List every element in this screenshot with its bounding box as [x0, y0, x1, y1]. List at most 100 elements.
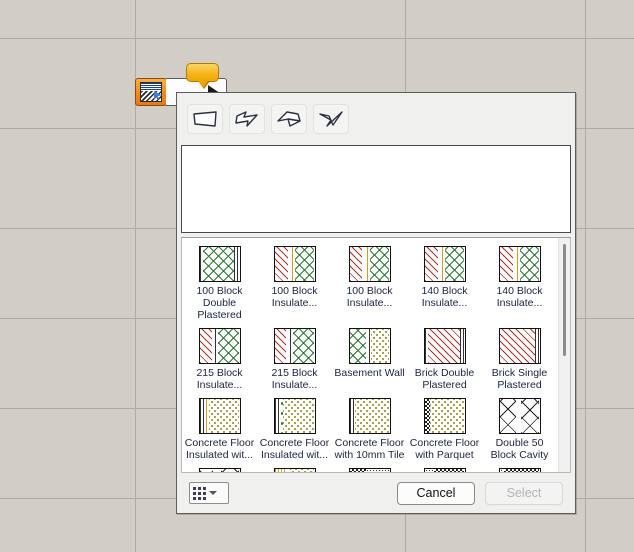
material-layer [349, 247, 363, 281]
material-item[interactable] [257, 466, 332, 472]
material-layer [213, 469, 222, 472]
material-grid-scrollbar[interactable] [558, 238, 570, 472]
material-item[interactable]: Concrete Floor with Parquet [407, 396, 482, 466]
polygon-fill-icon [193, 111, 217, 127]
material-grid-viewport: 100 Block Double Plastered 100 Block Insu… [182, 238, 558, 472]
gridline-vertical [585, 0, 586, 552]
material-layer [274, 247, 289, 281]
material-item[interactable]: 140 Block Insulate... [407, 244, 482, 326]
material-item[interactable]: Brick Single Plastered [482, 326, 557, 396]
tooltip-callout-bubble [186, 63, 219, 89]
material-layer [209, 399, 240, 433]
material-layer [365, 469, 390, 472]
material-item[interactable]: 100 Block Insulate... [332, 244, 407, 326]
material-layer [233, 247, 240, 281]
material-layer [534, 329, 540, 363]
material-swatch [423, 328, 466, 364]
material-item[interactable]: 215 Block Insulate... [182, 326, 257, 396]
material-item[interactable] [332, 466, 407, 472]
material-swatch [423, 246, 466, 282]
material-grid[interactable]: 100 Block Double Plastered 100 Block Insu… [181, 237, 571, 473]
material-swatch [498, 468, 541, 472]
material-item[interactable]: Double 50 Block Cavity [482, 396, 557, 466]
material-swatch [423, 468, 466, 472]
material-swatch [348, 246, 391, 282]
material-layer [274, 329, 286, 363]
material-item[interactable]: 100 Block Double Plastered [182, 244, 257, 326]
material-layer [199, 329, 212, 363]
material-item[interactable]: Brick Double Plastered [407, 326, 482, 396]
material-layer [459, 329, 465, 363]
material-swatch [348, 398, 391, 434]
material-layer [217, 329, 240, 363]
material-swatch [273, 398, 316, 434]
material-layer [199, 469, 214, 472]
material-item[interactable]: Concrete Floor Insulated wit... [257, 396, 332, 466]
grid-view-icon [193, 486, 206, 500]
view-mode-dropdown[interactable] [189, 482, 229, 504]
cancel-button[interactable]: Cancel [397, 481, 475, 505]
shape-tool-toolbar [177, 93, 575, 145]
material-layer [274, 469, 287, 472]
composite-wall-tool-icon[interactable] [135, 78, 167, 106]
material-label: Concrete Floor with 10mm Tile [334, 437, 405, 461]
polygon-fill-button[interactable] [187, 104, 223, 134]
material-label: Concrete Floor Insulated wit... [259, 437, 330, 461]
material-swatch [348, 328, 391, 364]
material-layer [499, 247, 514, 281]
material-grid-list: 100 Block Double Plastered 100 Block Insu… [182, 238, 558, 472]
material-label: 215 Block Insulate... [271, 367, 318, 391]
material-label: Basement Wall [334, 367, 405, 379]
material-swatch [348, 468, 391, 472]
ribbon-fill-button[interactable] [313, 104, 349, 134]
material-layer [499, 329, 535, 363]
material-layer [424, 247, 439, 281]
material-swatch [423, 398, 466, 434]
material-layer [504, 469, 540, 472]
material-layer [520, 247, 540, 281]
material-item[interactable] [482, 466, 557, 472]
material-item[interactable]: 100 Block Insulate... [257, 244, 332, 326]
material-swatch [273, 246, 316, 282]
material-label: Double 50 Block Cavity [490, 437, 549, 461]
folded-fill-button[interactable] [271, 104, 307, 134]
material-layer [430, 399, 465, 433]
callout-tail [198, 81, 208, 88]
material-layer [289, 469, 315, 472]
scrollbar-thumb[interactable] [563, 244, 566, 356]
material-item[interactable]: 140 Block Insulate... [482, 244, 557, 326]
material-label: 140 Block Insulate... [496, 285, 543, 309]
material-swatch [198, 468, 241, 472]
material-item[interactable] [182, 466, 257, 472]
material-item[interactable]: Concrete Floor with 10mm Tile [332, 396, 407, 466]
material-label: Brick Double Plastered [414, 367, 475, 391]
material-layer [521, 399, 540, 433]
material-layer [349, 469, 366, 472]
material-item[interactable]: Basement Wall [332, 326, 407, 396]
material-item[interactable]: 215 Block Insulate... [257, 326, 332, 396]
material-label: 100 Block Double Plastered [196, 285, 243, 321]
material-layer [355, 399, 390, 433]
material-swatch [498, 398, 541, 434]
material-layer [445, 247, 465, 281]
ribbon-fill-icon [319, 111, 343, 127]
material-label: 100 Block Insulate... [346, 285, 393, 309]
arrow-fill-button[interactable] [229, 104, 265, 134]
material-swatch [198, 246, 241, 282]
material-label: Concrete Floor Insulated wit... [184, 437, 255, 461]
material-swatch [498, 328, 541, 364]
material-preview-panel [181, 145, 571, 233]
material-label: 140 Block Insulate... [421, 285, 468, 309]
material-layer [283, 399, 315, 433]
material-item[interactable] [407, 466, 482, 472]
material-layer [427, 329, 460, 363]
arrow-fill-icon [235, 111, 258, 127]
folded-fill-icon [277, 111, 301, 127]
material-swatch [498, 246, 541, 282]
material-layer [292, 329, 315, 363]
material-swatch [273, 468, 316, 472]
material-picker-dialog: 100 Block Double Plastered 100 Block Insu… [176, 92, 576, 514]
material-layer [349, 329, 367, 363]
wall-glyph-top-stripes [141, 83, 161, 91]
material-item[interactable]: Concrete Floor Insulated wit... [182, 396, 257, 466]
